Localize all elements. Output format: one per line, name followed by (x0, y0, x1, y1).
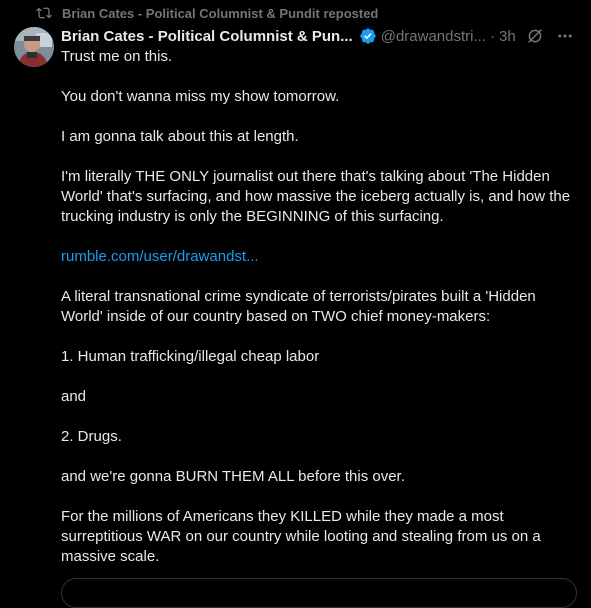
repost-icon (36, 5, 52, 21)
post-paragraph: and (61, 388, 87, 405)
post-link[interactable]: rumble.com/user/drawandst... (61, 248, 259, 265)
meta-separator: · (489, 27, 495, 45)
post-paragraph: Trust me on this. (61, 48, 173, 65)
author-handle[interactable]: @drawandstri... (381, 28, 486, 45)
post-link-paragraph: rumble.com/user/drawandst... (61, 247, 573, 267)
repost-indicator[interactable]: Brian Cates - Political Columnist & Pund… (36, 4, 378, 22)
post-paragraph: I am gonna talk about this at length. (61, 128, 299, 145)
post-text: Trust me on this. You don't wanna miss m… (61, 47, 573, 567)
post-paragraph: 1. Human trafficking/illegal cheap labor (61, 348, 320, 365)
verified-badge-icon[interactable] (359, 27, 377, 45)
post-paragraph: For the millions of Americans they KILLE… (61, 508, 541, 565)
avatar-image (14, 27, 54, 67)
post-paragraph: A literal transnational crime syndicate … (61, 288, 536, 325)
post-header: Brian Cates - Political Columnist & Pun.… (61, 26, 577, 46)
post-paragraph: You don't wanna miss my show tomorrow. (61, 88, 340, 105)
post-timestamp[interactable]: 3h (499, 28, 516, 45)
post-paragraph: and we're gonna BURN THEM ALL before thi… (61, 468, 405, 485)
post-paragraph: I'm literally THE ONLY journalist out th… (61, 168, 571, 225)
post[interactable]: Brian Cates - Political Columnist & Pund… (0, 0, 591, 608)
avatar[interactable] (14, 27, 54, 67)
media-card[interactable] (61, 578, 577, 608)
grok-icon[interactable] (526, 27, 544, 45)
more-options-icon[interactable] (556, 27, 574, 45)
author-display-name[interactable]: Brian Cates - Political Columnist & Pun.… (61, 28, 353, 45)
repost-label: Brian Cates - Political Columnist & Pund… (62, 5, 379, 21)
post-paragraph: 2. Drugs. (61, 428, 122, 445)
